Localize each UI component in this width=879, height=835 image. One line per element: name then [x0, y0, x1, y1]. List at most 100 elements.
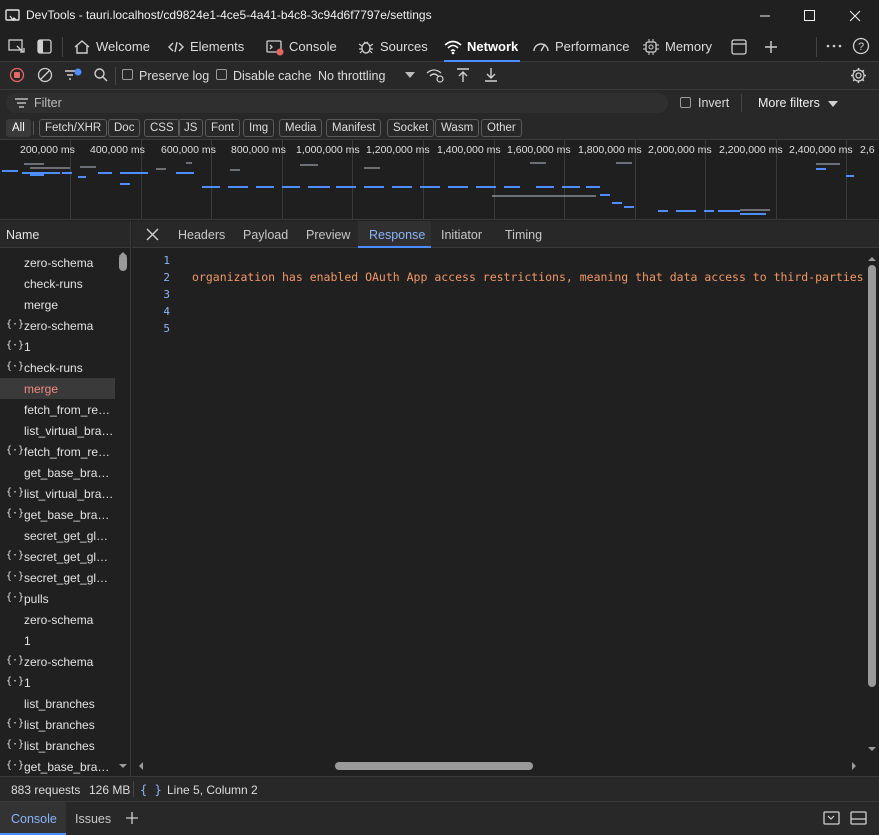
tab-performance[interactable]: Performance — [532, 32, 629, 61]
request-row[interactable]: {·}fetch_from_remote — [0, 441, 115, 462]
type-filter-manifest[interactable]: Manifest — [326, 119, 382, 137]
request-row[interactable]: {·}get_base_branch_data — [0, 756, 115, 776]
type-filter-socket[interactable]: Socket — [387, 119, 435, 137]
tab-console[interactable]: Console — [266, 32, 337, 61]
tab-timing[interactable]: Timing — [505, 228, 542, 242]
request-name: check-runs — [24, 361, 83, 375]
request-row[interactable]: zero-schema — [0, 609, 115, 630]
type-filter-other[interactable]: Other — [481, 119, 522, 137]
fetch-request-icon: {·} — [6, 340, 25, 351]
request-row[interactable]: zero-schema — [0, 252, 115, 273]
scrollbar-graphics — [119, 252, 127, 768]
request-row[interactable]: {·}get_base_branch_data — [0, 504, 115, 525]
filter-icon — [15, 98, 28, 108]
tab-network[interactable]: Network — [444, 32, 521, 62]
add-tab-icon[interactable] — [762, 38, 780, 56]
tab-memory[interactable]: Memory — [642, 32, 712, 61]
tab-headers[interactable]: Headers — [178, 228, 225, 242]
filter-input[interactable]: Filter — [6, 93, 668, 113]
add-drawer-tab-icon[interactable] — [124, 810, 140, 826]
tab-payload[interactable]: Payload — [243, 228, 288, 242]
response-vertical-scrollbar[interactable] — [865, 249, 879, 763]
search-icon[interactable] — [93, 67, 109, 83]
request-row[interactable]: {·}list_virtual_branches — [0, 483, 115, 504]
chevron-down-icon[interactable] — [827, 100, 839, 109]
fetch-request-icon: {·} — [6, 445, 25, 456]
request-row[interactable]: {·} zero-schema — [0, 315, 115, 336]
inspect-device-icon[interactable] — [8, 38, 28, 56]
request-row[interactable]: {·} zero-schema — [0, 651, 115, 672]
close-window-button[interactable] — [832, 0, 876, 32]
maximize-button[interactable] — [787, 0, 831, 32]
network-overview-timeline[interactable]: 200,000 ms 400,000 ms 600,000 ms 800,000… — [0, 140, 879, 220]
request-row[interactable]: {·} list_branches — [0, 714, 115, 735]
request-row[interactable]: 1 — [0, 630, 115, 651]
pretty-print-button[interactable]: { } — [140, 783, 162, 797]
response-horizontal-scrollbar[interactable] — [132, 759, 865, 773]
type-filter-fetch-xhr[interactable]: Fetch/XHR — [39, 119, 108, 137]
request-row[interactable]: {·} list_branches — [0, 735, 115, 756]
request-name: zero-schema — [24, 655, 94, 669]
type-filter-media[interactable]: Media — [279, 119, 323, 137]
fetch-request-icon: {·} — [6, 550, 25, 561]
request-row[interactable]: {·} secret_get_global — [0, 567, 115, 588]
close-icon[interactable] — [146, 228, 159, 241]
import-har-icon[interactable] — [455, 67, 471, 83]
filter-toggle-icon[interactable] — [64, 67, 82, 83]
request-row[interactable]: merge — [0, 378, 115, 399]
request-name: 1 — [24, 676, 31, 690]
tab-preview[interactable]: Preview — [306, 228, 350, 242]
request-row[interactable]: list_virtual_branches — [0, 420, 115, 441]
request-name: secret_get_global — [24, 550, 114, 564]
tab-response[interactable]: Response — [369, 228, 425, 242]
drawer-tab-issues[interactable]: Issues — [75, 812, 111, 826]
record-stop-icon[interactable] — [9, 67, 25, 83]
request-row[interactable]: {·} secret_get_global — [0, 546, 115, 567]
minimize-button[interactable] — [743, 0, 787, 32]
throttling-select[interactable]: No throttling — [318, 69, 385, 83]
type-filter-all[interactable]: All — [6, 119, 31, 137]
vertical-scrollbar-graphics — [868, 257, 876, 751]
request-row[interactable]: check-runs — [0, 273, 115, 294]
invert-checkbox[interactable] — [680, 97, 691, 108]
help-icon[interactable]: ? — [852, 37, 870, 55]
network-conditions-icon[interactable] — [426, 67, 446, 83]
name-list-scrollbar[interactable] — [116, 248, 130, 776]
more-options-icon[interactable] — [825, 38, 843, 56]
cursor-position: Line 5, Column 2 — [167, 783, 258, 797]
request-row[interactable]: fetch_from_remote — [0, 399, 115, 420]
type-filter-wasm[interactable]: Wasm — [435, 119, 480, 137]
drawer-tab-console[interactable]: Console — [11, 812, 57, 826]
more-filters-button[interactable]: More filters — [758, 96, 820, 110]
dock-drawer-icon[interactable] — [823, 810, 841, 826]
request-row[interactable]: list_branches — [0, 693, 115, 714]
type-filter-img[interactable]: Img — [243, 119, 275, 137]
application-icon[interactable] — [730, 38, 748, 56]
tab-welcome[interactable]: Welcome — [73, 32, 150, 61]
name-column-header[interactable]: Name — [0, 221, 130, 248]
export-har-icon[interactable] — [483, 67, 499, 83]
chevron-down-icon[interactable] — [404, 71, 416, 81]
request-row[interactable]: {·} 1 — [0, 672, 115, 693]
type-filter-js[interactable]: JS — [178, 119, 204, 137]
request-row[interactable]: secret_get_global — [0, 525, 115, 546]
type-filter-doc[interactable]: Doc — [108, 119, 141, 137]
request-row[interactable]: merge — [0, 294, 115, 315]
type-filter-css[interactable]: CSS — [144, 119, 180, 137]
tab-elements[interactable]: Elements — [167, 32, 244, 61]
type-filter-font[interactable]: Font — [205, 119, 241, 137]
disable-cache-checkbox[interactable] — [216, 69, 227, 80]
request-name: 1 — [24, 340, 31, 354]
tab-sources[interactable]: Sources — [357, 32, 428, 61]
preserve-log-checkbox[interactable] — [122, 69, 133, 80]
close-drawer-icon[interactable] — [850, 810, 868, 826]
tab-initiator[interactable]: Initiator — [441, 228, 482, 242]
device-toolbar-icon[interactable] — [36, 38, 54, 56]
response-code-line[interactable]: organization has enabled OAuth App acces… — [192, 270, 866, 284]
request-row[interactable]: {·} check-runs — [0, 357, 115, 378]
request-row[interactable]: get_base_branch_data — [0, 462, 115, 483]
settings-gear-icon[interactable] — [850, 67, 867, 84]
clear-icon[interactable] — [37, 67, 53, 83]
request-row[interactable]: {·} 1 — [0, 336, 115, 357]
request-row[interactable]: {·} pulls — [0, 588, 115, 609]
